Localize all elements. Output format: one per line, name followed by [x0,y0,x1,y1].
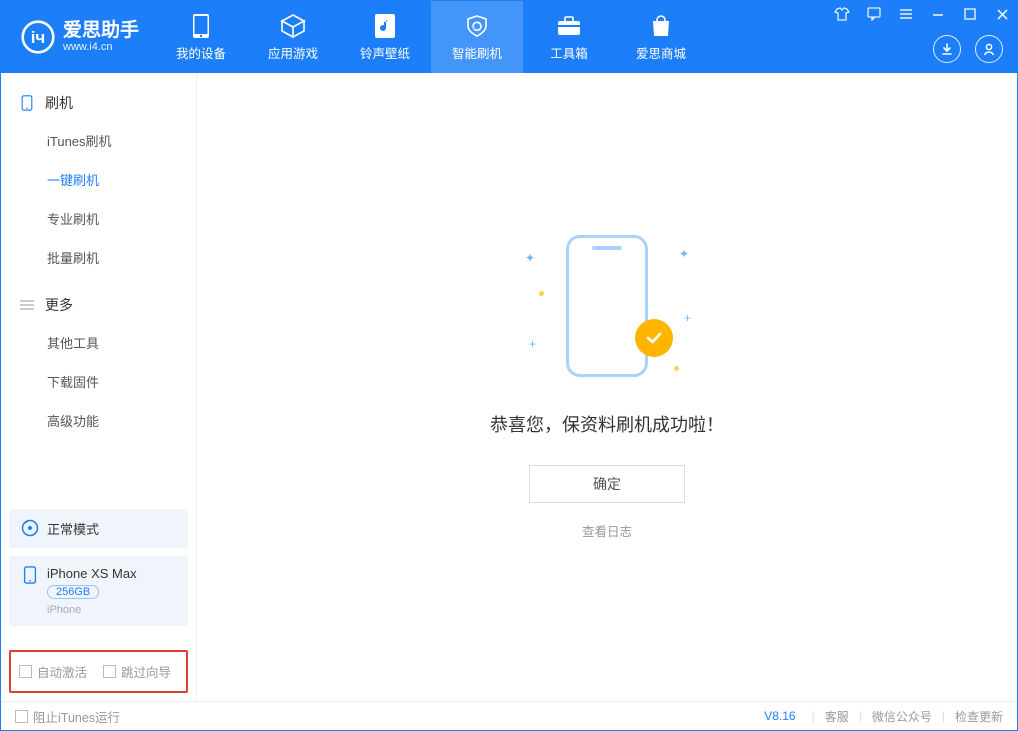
sidebar-item-oneclick-flash[interactable]: 一键刷机 [1,160,196,199]
mode-card[interactable]: 正常模式 [9,509,188,548]
options-box: 自动激活 跳过向导 [9,650,188,693]
tab-my-device[interactable]: 我的设备 [155,1,247,73]
status-link-update[interactable]: 检查更新 [955,708,1003,725]
mode-icon [21,519,39,537]
sidebar-item-batch-flash[interactable]: 批量刷机 [1,238,196,277]
header-actions [933,35,1003,63]
checkbox-auto-activate[interactable]: 自动激活 [19,662,87,681]
tab-toolbox[interactable]: 工具箱 [523,1,615,73]
download-icon[interactable] [933,35,961,63]
sidebar-group-more: 更多 [1,287,196,323]
device-name: iPhone XS Max [47,566,137,581]
list-icon [19,297,35,313]
music-file-icon [372,13,398,39]
tab-apps[interactable]: 应用游戏 [247,1,339,73]
check-badge-icon [635,319,673,357]
sidebar-item-advanced[interactable]: 高级功能 [1,401,196,440]
status-link-support[interactable]: 客服 [825,708,849,725]
minimize-button[interactable] [929,5,947,23]
maximize-button[interactable] [961,5,979,23]
close-button[interactable] [993,5,1011,23]
device-panel: 正常模式 iPhone XS Max 256GB iPhone [1,501,196,642]
mode-label: 正常模式 [47,519,99,538]
ok-button[interactable]: 确定 [529,465,685,503]
phone-small-icon [19,95,35,111]
device-icon [188,13,214,39]
tab-ringtones[interactable]: 铃声壁纸 [339,1,431,73]
success-illustration: ✦✦++ [547,235,667,385]
window-controls [833,5,1011,23]
toolbox-icon [556,13,582,39]
version-label: V8.16 [764,709,795,723]
app-logo-icon: iч [21,20,55,54]
checkbox-block-itunes[interactable]: 阻止iTunes运行 [15,707,120,726]
svg-text:iч: iч [31,28,46,47]
device-card[interactable]: iPhone XS Max 256GB iPhone [9,556,188,626]
sidebar-group-flash: 刷机 [1,85,196,121]
success-message: 恭喜您，保资料刷机成功啦！ [490,411,724,437]
checkbox-skip-guide[interactable]: 跳过向导 [103,662,171,681]
tab-store[interactable]: 爱思商城 [615,1,707,73]
cube-icon [280,13,306,39]
logo: iч 爱思助手 www.i4.cn [1,1,155,73]
tshirt-icon[interactable] [833,5,851,23]
sidebar: 刷机 iTunes刷机 一键刷机 专业刷机 批量刷机 更多 其他工具 下载固件 … [1,73,197,701]
tab-flash[interactable]: 智能刷机 [431,1,523,73]
body: 刷机 iTunes刷机 一键刷机 专业刷机 批量刷机 更多 其他工具 下载固件 … [1,73,1017,701]
top-tabs: 我的设备 应用游戏 铃声壁纸 智能刷机 工具箱 爱思商城 [155,1,707,73]
sidebar-item-other-tools[interactable]: 其他工具 [1,323,196,362]
status-bar: 阻止iTunes运行 V8.16 | 客服 | 微信公众号 | 检查更新 [1,701,1017,730]
bag-icon [648,13,674,39]
device-capacity: 256GB [47,585,99,599]
app-window: iч 爱思助手 www.i4.cn 我的设备 应用游戏 铃声壁纸 智能 [0,0,1018,731]
app-title: 爱思助手 [63,21,139,42]
header: iч 爱思助手 www.i4.cn 我的设备 应用游戏 铃声壁纸 智能 [1,1,1017,73]
app-subtitle: www.i4.cn [63,41,139,53]
status-link-wechat[interactable]: 微信公众号 [872,708,932,725]
sidebar-item-download-firmware[interactable]: 下载固件 [1,362,196,401]
device-type: iPhone [47,604,137,616]
menu-icon[interactable] [897,5,915,23]
sidebar-item-itunes-flash[interactable]: iTunes刷机 [1,121,196,160]
device-phone-icon [21,566,39,584]
feedback-icon[interactable] [865,5,883,23]
refresh-shield-icon [464,13,490,39]
sidebar-item-pro-flash[interactable]: 专业刷机 [1,199,196,238]
main-content: ✦✦++ 恭喜您，保资料刷机成功啦！ 确定 查看日志 [197,73,1017,701]
view-log-link[interactable]: 查看日志 [582,521,632,540]
user-icon[interactable] [975,35,1003,63]
